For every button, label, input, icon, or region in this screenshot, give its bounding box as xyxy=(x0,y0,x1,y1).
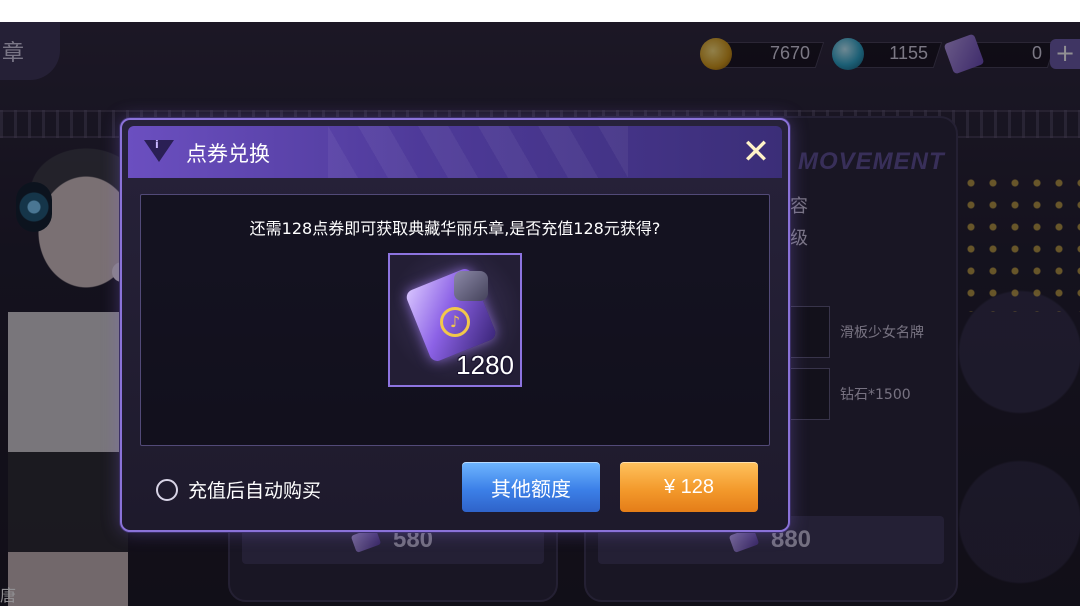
auto-buy-radio[interactable] xyxy=(156,478,178,501)
close-button[interactable]: ✕ xyxy=(738,134,774,170)
dialog-content: 还需128点券即可获取典藏华丽乐章,是否充值128元获得? ♪ 1280 xyxy=(140,194,770,446)
purchase-prompt: 还需128点券即可获取典藏华丽乐章,是否充值128元获得? xyxy=(249,219,661,238)
pay-button[interactable]: ¥ 128 xyxy=(620,462,758,512)
item-slot[interactable]: ♪ 1280 xyxy=(388,253,522,387)
dialog-header: i 点券兑换 ✕ xyxy=(128,126,782,178)
item-knob-icon xyxy=(454,271,488,301)
dialog-title: 点券兑换 xyxy=(186,142,270,166)
info-badge-icon xyxy=(144,140,174,162)
other-amount-button[interactable]: 其他额度 xyxy=(462,462,600,512)
auto-buy-option[interactable]: 充值后自动购买 xyxy=(156,476,321,503)
music-note-icon: ♪ xyxy=(440,307,470,337)
exchange-dialog: i 点券兑换 ✕ 还需128点券即可获取典藏华丽乐章,是否充值128元获得? ♪… xyxy=(120,118,790,532)
info-icon: i xyxy=(155,138,159,151)
item-count: 1280 xyxy=(456,350,514,380)
auto-buy-label: 充值后自动购买 xyxy=(188,480,322,502)
